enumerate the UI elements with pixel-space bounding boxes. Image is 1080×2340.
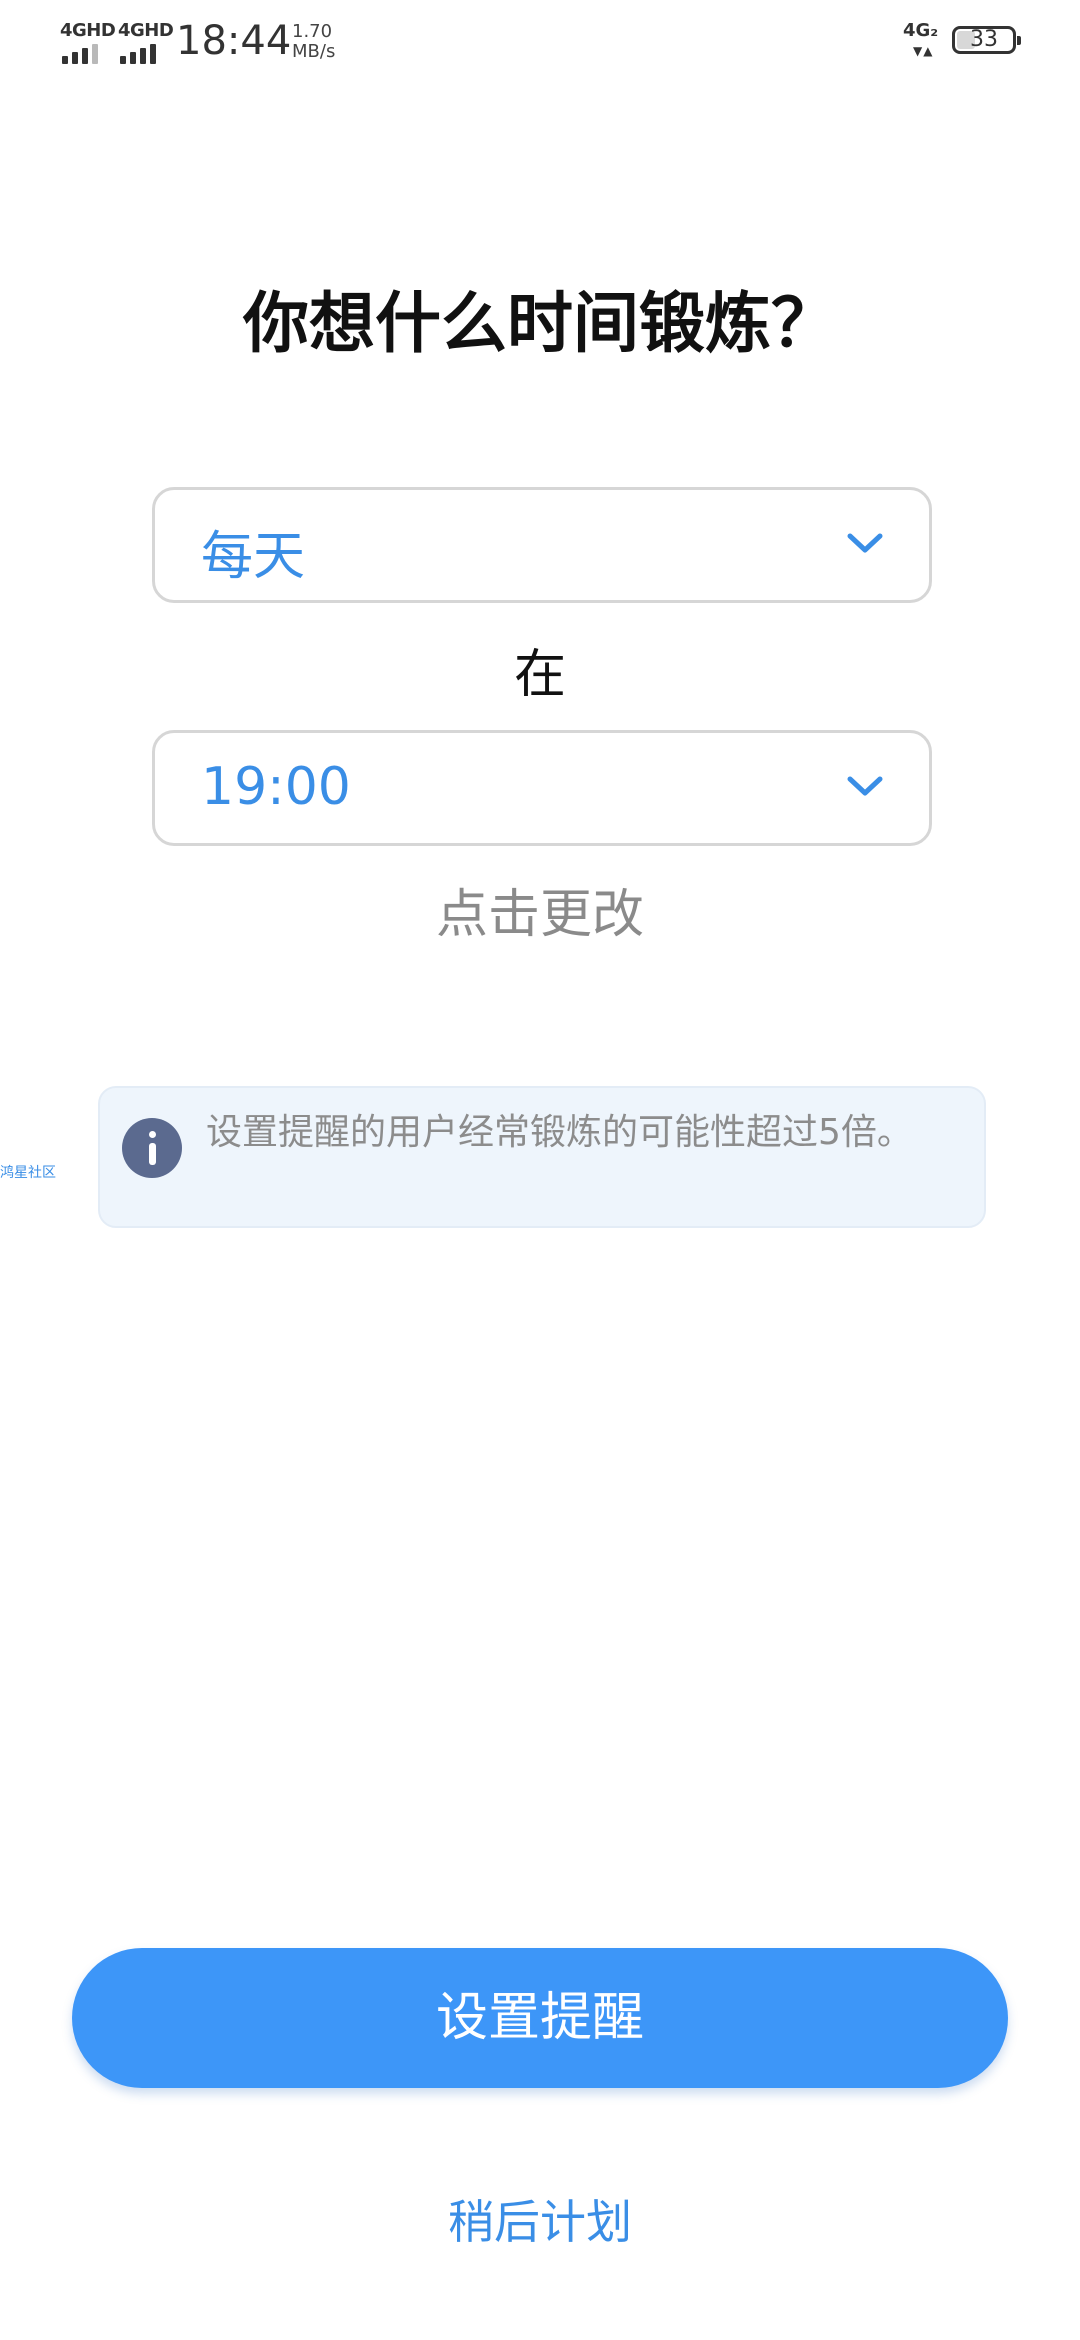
chevron-down-icon: [847, 776, 883, 796]
frequency-select[interactable]: 每天: [152, 487, 932, 603]
time-select-value: 19:00: [201, 757, 351, 817]
cellular-signal-icon: 4GHD: [118, 20, 174, 64]
cellular-signal-icon: 4GHD: [60, 20, 116, 64]
at-label: 在: [513, 645, 566, 705]
page-title: 你想什么时间锻炼？: [243, 285, 837, 362]
info-banner: 设置提醒的用户经常锻炼的可能性超过5倍。: [98, 1086, 986, 1228]
network-speed-value: 1.70: [292, 21, 333, 42]
network-type-label: 4GHD: [118, 20, 174, 41]
status-bar: 4GHD 4GHD 18:44 1.70 MB/s 4G₂ ▼▲ 33: [0, 0, 1080, 84]
battery-level: 33: [970, 27, 998, 52]
side-watermark: 鸿星社区: [0, 1165, 56, 1181]
network-type-label: 4G₂: [903, 20, 939, 41]
data-signal-icon: 4G₂ ▼▲: [903, 20, 947, 64]
change-hint: 点击更改: [435, 885, 644, 945]
info-icon: [122, 1118, 182, 1178]
battery-icon: 33: [952, 26, 1021, 54]
time-select[interactable]: 19:00: [152, 730, 932, 846]
network-speed: 1.70 MB/s: [292, 22, 352, 62]
chevron-down-icon: [847, 533, 883, 553]
status-time: 18:44: [176, 18, 292, 64]
network-type-label: 4GHD: [60, 20, 116, 41]
info-text: 设置提醒的用户经常锻炼的可能性超过5倍。: [206, 1112, 913, 1153]
set-reminder-button[interactable]: 设置提醒: [72, 1948, 1008, 2088]
data-transfer-arrows-icon: ▼▲: [913, 44, 934, 58]
network-speed-unit: MB/s: [292, 41, 336, 62]
frequency-select-value: 每天: [201, 527, 306, 587]
plan-later-link[interactable]: 稍后计划: [0, 2186, 1080, 2252]
